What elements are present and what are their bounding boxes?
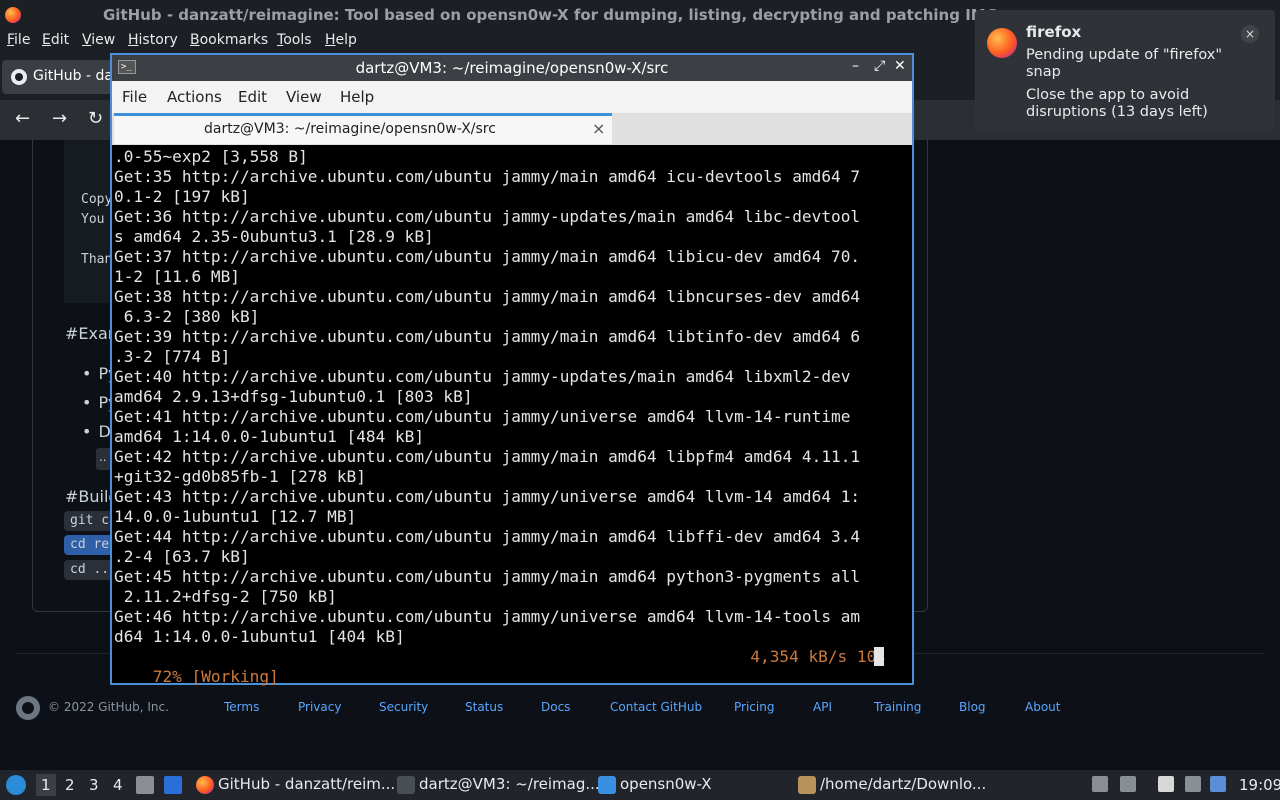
firefox-logo-icon: [5, 7, 21, 23]
footer-link-contact[interactable]: Contact GitHub: [610, 700, 702, 714]
footer-link-pricing[interactable]: Pricing: [734, 700, 774, 714]
window-title: GitHub - danzatt/reimagine: Tool based o…: [103, 6, 999, 24]
taskbar-item-label: dartz@VM3: ~/reimag...: [419, 775, 600, 793]
terminal-menu-edit[interactable]: Edit: [238, 88, 267, 106]
close-icon[interactable]: ✕: [894, 58, 906, 74]
taskbar-item-label: opensn0w-X: [620, 775, 712, 793]
terminal-tabbar: dartz@VM3: ~/reimagine/opensn0w-X/src ×: [112, 113, 912, 145]
footer-link-blog[interactable]: Blog: [959, 700, 986, 714]
notification-detail: Close the app to avoid disruptions (13 d…: [1026, 87, 1208, 120]
taskbar-item-firefox[interactable]: GitHub - danzatt/reim...: [196, 773, 395, 797]
footer-link-training[interactable]: Training: [874, 700, 921, 714]
taskbar-item-terminal[interactable]: dartz@VM3: ~/reimag...: [397, 773, 600, 797]
code-line: You: [81, 212, 105, 227]
taskbar-item-label: /home/dartz/Downlo...: [820, 775, 987, 793]
footer-link-status[interactable]: Status: [465, 700, 503, 714]
menu-tools[interactable]: Tools: [277, 32, 312, 48]
footer-link-api[interactable]: API: [813, 700, 832, 714]
notification-close-icon[interactable]: ×: [1241, 25, 1259, 43]
update-indicator-icon[interactable]: [1210, 776, 1226, 792]
reload-icon[interactable]: ↻: [88, 108, 103, 129]
footer-link-about[interactable]: About: [1025, 700, 1060, 714]
footer-link-privacy[interactable]: Privacy: [298, 700, 341, 714]
show-desktop-icon[interactable]: [164, 776, 182, 794]
workspace-4[interactable]: 4: [113, 776, 123, 794]
menu-bookmarks[interactable]: Bookmarks: [190, 32, 268, 48]
terminal-title: dartz@VM3: ~/reimagine/opensn0w-X/src: [355, 59, 669, 77]
terminal-menubar: File Actions Edit View Help: [112, 81, 912, 113]
apt-download-speed: 4,354 kB/s 10s: [750, 647, 886, 666]
close-tab-icon[interactable]: ×: [592, 119, 605, 138]
workspace-1[interactable]: 1: [36, 774, 56, 796]
folder-icon: [598, 776, 616, 794]
terminal-titlebar[interactable]: >_ dartz@VM3: ~/reimagine/opensn0w-X/src…: [112, 55, 912, 81]
workspace-3[interactable]: 3: [89, 776, 99, 794]
menu-file[interactable]: File: [7, 32, 30, 48]
terminal-menu-file[interactable]: File: [122, 88, 147, 106]
file-manager-launcher-icon[interactable]: [136, 776, 154, 794]
terminal-cursor: [874, 647, 884, 666]
firefox-icon: [196, 776, 214, 794]
code-line: Than: [81, 252, 113, 267]
footer-link-terms[interactable]: Terms: [224, 700, 259, 714]
menu-edit[interactable]: Edit: [42, 32, 69, 48]
menu-help[interactable]: Help: [325, 32, 357, 48]
update-notification[interactable]: firefox × Pending update of "firefox" sn…: [975, 10, 1275, 132]
taskbar-item-label: GitHub - danzatt/reim...: [218, 775, 396, 793]
github-logo-icon[interactable]: [16, 696, 40, 720]
clipboard-icon[interactable]: [1158, 776, 1174, 792]
terminal-tab-label: dartz@VM3: ~/reimagine/opensn0w-X/src: [204, 121, 496, 137]
code-line: Copy: [81, 192, 113, 207]
terminal-menu-actions[interactable]: Actions: [167, 88, 222, 106]
footer-link-docs[interactable]: Docs: [541, 700, 570, 714]
taskbar-item-archive[interactable]: /home/dartz/Downlo...: [798, 773, 988, 797]
notification-title: firefox: [1026, 23, 1082, 41]
minimize-icon[interactable]: –: [852, 58, 859, 74]
taskbar-item-folder[interactable]: opensn0w-X: [598, 773, 788, 797]
archive-icon: [798, 776, 816, 794]
firefox-logo-icon: [987, 28, 1017, 58]
clock[interactable]: 19:09: [1239, 776, 1280, 794]
footer-link-security[interactable]: Security: [379, 700, 428, 714]
terminal-menu-help[interactable]: Help: [340, 88, 374, 106]
apt-progress-status: 72% [Working]: [152, 667, 279, 686]
start-menu-icon[interactable]: [6, 775, 26, 795]
workspace-2[interactable]: 2: [65, 776, 75, 794]
tray-eject-icon[interactable]: [1092, 776, 1108, 792]
menu-history[interactable]: History: [128, 32, 178, 48]
terminal-output[interactable]: .0-55~exp2 [3,558 B] Get:35 http://archi…: [114, 147, 910, 683]
terminal-window[interactable]: >_ dartz@VM3: ~/reimagine/opensn0w-X/src…: [110, 53, 914, 686]
terminal-menu-view[interactable]: View: [286, 88, 322, 106]
apt-progress-line: 72% [Working] 4,354 kB/s 10s: [114, 647, 886, 686]
notification-message: Pending update of "firefox" snap: [1026, 47, 1223, 80]
back-arrow-icon[interactable]: ←: [15, 108, 30, 129]
terminal-tab[interactable]: dartz@VM3: ~/reimagine/opensn0w-X/src ×: [114, 113, 612, 144]
forward-arrow-icon[interactable]: →: [52, 108, 67, 129]
browser-tab-label: GitHub - danzatt/: [33, 68, 122, 84]
browser-tab-github[interactable]: GitHub - danzatt/: [2, 60, 122, 94]
github-favicon-icon: [11, 69, 27, 85]
volume-icon[interactable]: [1120, 776, 1136, 792]
network-icon[interactable]: [1185, 776, 1201, 792]
menu-view[interactable]: View: [82, 32, 115, 48]
terminal-icon: [397, 776, 415, 794]
taskbar: 1 2 3 4 GitHub - danzatt/reim... dartz@V…: [0, 770, 1280, 800]
maximize-icon[interactable]: ⤢: [874, 58, 885, 74]
